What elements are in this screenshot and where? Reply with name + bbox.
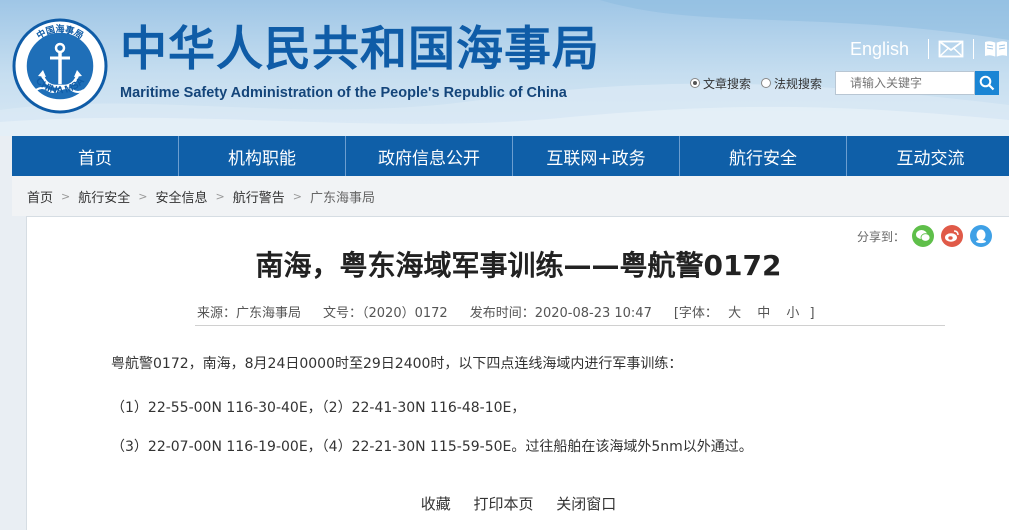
search-option-label: 文章搜索 (703, 76, 752, 91)
article-source: 来源：广东海事局 (197, 306, 302, 321)
chevron-right-icon: > (61, 189, 71, 203)
chevron-right-icon: > (215, 189, 225, 203)
article-title: 南海，粤东海域军事训练——粤航警0172 (255, 249, 782, 282)
chevron-right-icon: > (292, 189, 302, 203)
article-paragraph: 粤航警0172，南海，8月24日0000时至29日2400时，以下四点连线海域内… (111, 356, 683, 372)
article-doc-number: 文号：（2020）0172 (323, 306, 448, 321)
article-paragraph: （1）22-55-00N 116-30-40E，（2）22-41-30N 116… (111, 400, 526, 416)
nav-item-functions[interactable]: 机构职能 (179, 136, 346, 176)
english-link[interactable]: English (850, 39, 909, 60)
site-header: 中国海事局 CHINA MSA 中华人民共和国海事局 Maritime Safe… (0, 0, 1009, 136)
breadcrumb-current[interactable]: 广东海事局 (310, 187, 375, 206)
search-bar: 文章搜索 法规搜索 (690, 70, 1000, 96)
mail-icon[interactable] (938, 39, 964, 59)
breadcrumb: 首页 > 航行安全 > 安全信息 > 航行警告 > 广东海事局 (12, 176, 1009, 216)
favorite-link[interactable]: 收藏 (421, 495, 451, 513)
china-msa-logo[interactable]: 中国海事局 CHINA MSA (12, 18, 108, 114)
article-panel: 分享到： 南海，粤东海域军事训练——粤航警0172 来源：广东海事局 文号：（2… (26, 216, 1009, 530)
search-type-article[interactable]: 文章搜索 (690, 75, 751, 92)
search-button[interactable] (975, 71, 1000, 95)
nav-item-gov-info[interactable]: 政府信息公开 (346, 136, 513, 176)
share-label: 分享到： (856, 229, 905, 244)
breadcrumb-item[interactable]: 航行警告 (233, 187, 285, 206)
font-size-medium[interactable]: 中 (757, 306, 770, 321)
nav-item-home[interactable]: 首页 (12, 136, 179, 176)
search-icon (979, 75, 995, 91)
site-title-en: Maritime Safety Administration of the Pe… (120, 85, 567, 101)
article-paragraph: （3）22-07-00N 116-19-00E，（4）22-21-30N 115… (111, 439, 753, 455)
font-size-large[interactable]: 大 (728, 306, 741, 321)
font-size-small[interactable]: 小 (786, 306, 799, 321)
breadcrumb-item[interactable]: 首页 (27, 187, 53, 206)
meta-divider (195, 325, 945, 326)
breadcrumb-item[interactable]: 航行安全 (78, 187, 130, 206)
breadcrumb-item[interactable]: 安全信息 (155, 187, 207, 206)
article-actions: 收藏 打印本页 关闭窗口 (27, 493, 1009, 514)
article-publish-time: 发布时间：2020-08-23 10:47 (469, 306, 652, 321)
search-option-label: 法规搜索 (774, 76, 823, 91)
nav-item-interaction[interactable]: 互动交流 (847, 136, 1009, 176)
nav-item-navigation-safety[interactable]: 航行安全 (680, 136, 847, 176)
main-nav: 首页 机构职能 政府信息公开 互联网+政务 航行安全 互动交流 (12, 136, 1009, 176)
font-size-controls: [字体： 大 中 小 ] (674, 302, 815, 322)
font-size-close: ] (809, 306, 815, 321)
font-size-label: [字体： (673, 306, 718, 321)
radio-unselected-icon[interactable] (761, 78, 772, 88)
book-icon[interactable] (983, 39, 1009, 59)
nav-item-internet-gov[interactable]: 互联网+政务 (513, 136, 680, 176)
radio-selected-icon[interactable] (690, 78, 700, 88)
search-input[interactable] (835, 71, 976, 95)
chevron-right-icon: > (138, 189, 148, 203)
tool-separator (973, 39, 974, 59)
site-title-cn: 中华人民共和国海事局 (120, 22, 600, 77)
article-meta: 来源：广东海事局 文号：（2020）0172 发布时间：2020-08-23 1… (197, 302, 837, 322)
tool-separator (928, 39, 929, 59)
close-window-link[interactable]: 关闭窗口 (556, 495, 616, 513)
print-link[interactable]: 打印本页 (473, 495, 533, 513)
header-tools: English (850, 34, 1009, 64)
search-type-law[interactable]: 法规搜索 (761, 75, 822, 92)
